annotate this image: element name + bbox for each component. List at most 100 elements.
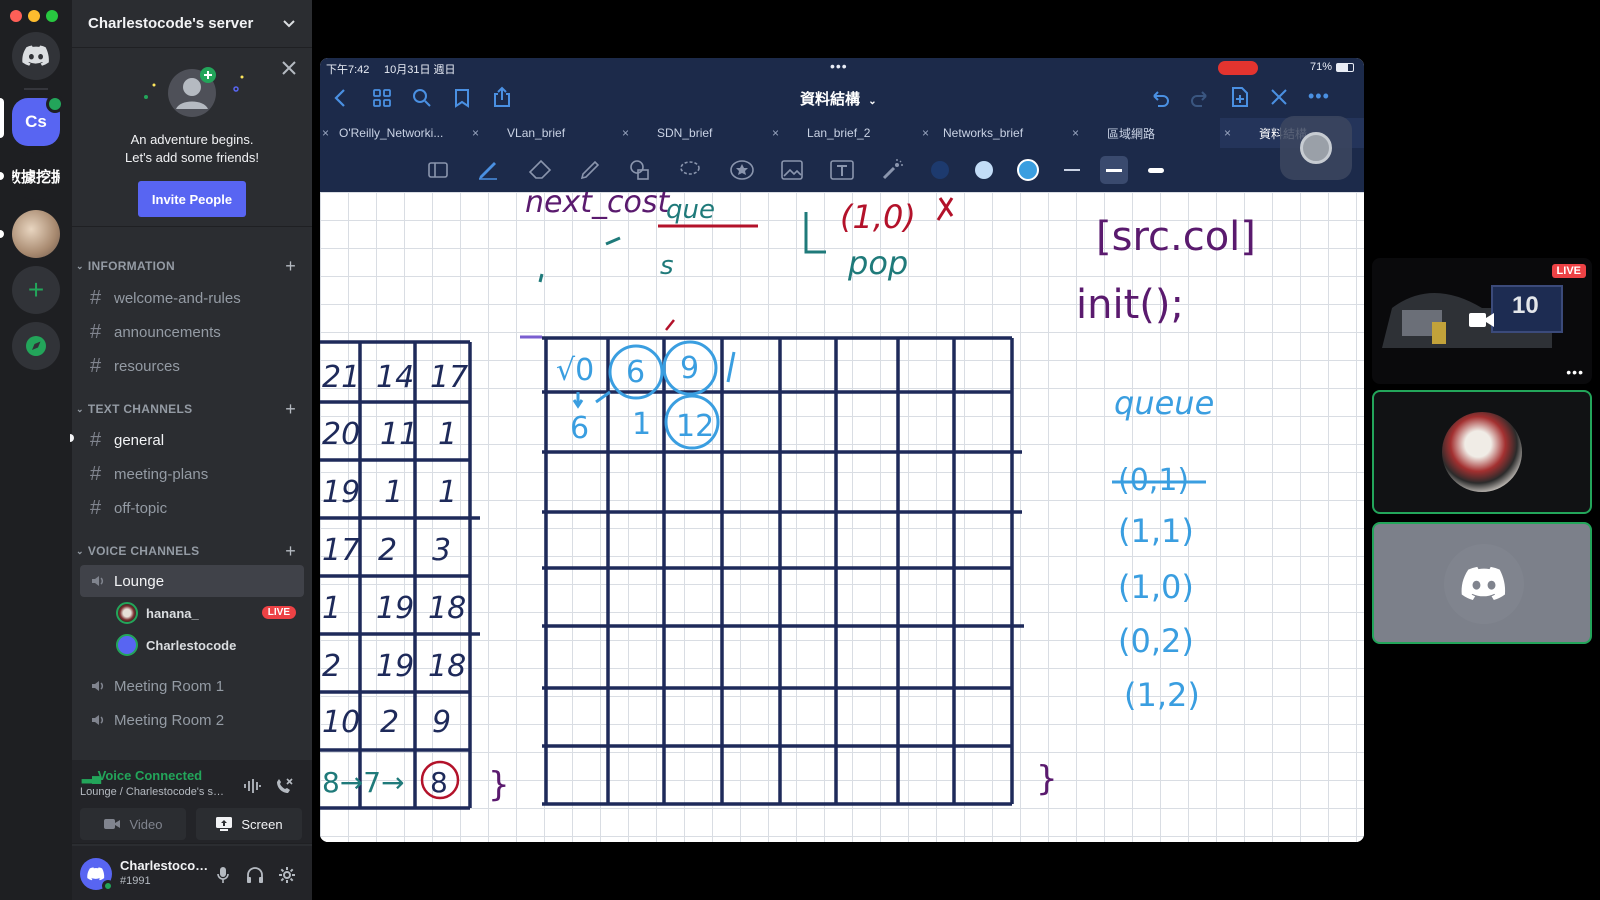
create-channel-plus-icon[interactable]: + xyxy=(285,256,296,277)
close-tab-icon[interactable]: × xyxy=(472,126,479,140)
chevron-down-icon: ⌄ xyxy=(868,96,877,107)
color-light-blue-swatch[interactable] xyxy=(970,156,998,184)
stroke-thin-option[interactable] xyxy=(1058,156,1086,184)
voice-member-hanana[interactable]: hanana_ LIVE xyxy=(116,598,304,628)
user-avatar[interactable] xyxy=(80,858,114,892)
voice-channel-meeting-room-2[interactable]: Meeting Room 2 xyxy=(80,704,304,736)
headphones-icon[interactable] xyxy=(244,864,266,886)
note-text-queue: queue xyxy=(1114,384,1214,422)
share-icon[interactable] xyxy=(492,86,512,108)
voice-channel-meeting-room-1[interactable]: Meeting Room 1 xyxy=(80,670,304,702)
channel-meeting-plans[interactable]: # meeting-plans xyxy=(80,458,304,490)
doc-tab[interactable]: × Networks_brief xyxy=(922,118,1023,148)
doc-tab[interactable]: × 區域網路 xyxy=(1072,118,1155,148)
page-layout-tool-icon[interactable] xyxy=(424,156,452,184)
undo-icon[interactable] xyxy=(1150,88,1170,108)
search-icon[interactable] xyxy=(412,88,432,108)
stroke-thick-option[interactable] xyxy=(1142,156,1170,184)
doc-tab[interactable]: × O'Reilly_Networki... xyxy=(322,118,443,148)
gear-icon[interactable] xyxy=(276,864,298,886)
back-chevron-icon[interactable] xyxy=(334,88,346,108)
sticker-tool-icon[interactable] xyxy=(728,156,756,184)
server-header[interactable]: Charlestocode's server xyxy=(72,0,312,48)
add-server-button[interactable]: + xyxy=(12,266,60,314)
eraser-tool-icon[interactable] xyxy=(526,156,554,184)
note-text-s: s xyxy=(660,251,674,281)
server-icon-data-mining[interactable]: 數據挖掘 xyxy=(12,152,60,200)
server-icon-cs[interactable]: Cs xyxy=(12,95,64,146)
close-tab-icon[interactable]: × xyxy=(922,126,929,140)
color-navy-swatch[interactable] xyxy=(926,156,954,184)
channel-welcome-and-rules[interactable]: # welcome-and-rules xyxy=(80,282,304,314)
minimize-window-button[interactable] xyxy=(28,10,40,22)
close-tab-icon[interactable]: × xyxy=(322,126,329,140)
bookmark-icon[interactable] xyxy=(454,88,470,108)
category-information[interactable]: ⌄ INFORMATION + xyxy=(72,256,312,276)
voice-status-label: Voice Connected xyxy=(97,768,203,783)
more-options-icon[interactable]: ••• xyxy=(1566,364,1584,380)
notes-app-toolbar: 資料結構 ⌄ ••• xyxy=(320,78,1364,118)
add-page-icon[interactable] xyxy=(1230,86,1250,108)
voice-member-charlestocode[interactable]: Charlestocode xyxy=(116,630,304,660)
note-canvas[interactable]: next_cost que (1,0) pop s [src.col] init… xyxy=(320,192,1364,842)
noise-suppression-icon[interactable] xyxy=(242,776,262,796)
left-grid-numbers: 21 14 17 20 11 1 19 1 1 17 2 3 1 19 18 2 19 18 10 2 9 xyxy=(322,360,468,740)
create-channel-plus-icon[interactable]: + xyxy=(285,541,296,562)
close-icon[interactable] xyxy=(1270,88,1288,106)
channel-off-topic[interactable]: # off-topic xyxy=(80,492,304,524)
invite-people-button[interactable]: Invite People xyxy=(138,181,246,217)
participant-tile-charlestocode[interactable] xyxy=(1372,522,1592,644)
category-voice-channels[interactable]: ⌄ VOICE CHANNELS + xyxy=(72,541,312,561)
direct-messages-button[interactable] xyxy=(12,32,60,80)
close-tab-icon[interactable]: × xyxy=(1224,126,1231,140)
microphone-icon[interactable] xyxy=(212,864,234,886)
participant-tile-hanana[interactable] xyxy=(1372,390,1592,514)
close-icon[interactable] xyxy=(282,61,296,75)
maximize-window-button[interactable] xyxy=(46,10,58,22)
svg-text:17: 17 xyxy=(322,533,360,568)
hash-icon: # xyxy=(90,462,102,485)
stroke-medium-option-selected[interactable] xyxy=(1100,156,1128,184)
channel-label: meeting-plans xyxy=(114,465,209,483)
lasso-tool-icon[interactable] xyxy=(676,156,704,184)
highlighter-tool-icon[interactable] xyxy=(576,156,604,184)
screen-share-stream[interactable]: 下午7:42 10月31日 週日 ••• 71% 資料結構 ⌄ ••• × O'R… xyxy=(320,58,1364,842)
laser-pointer-tool-icon[interactable] xyxy=(878,156,906,184)
channel-general[interactable]: # general xyxy=(80,424,304,456)
create-channel-plus-icon[interactable]: + xyxy=(285,399,296,420)
color-blue-swatch-selected[interactable] xyxy=(1014,156,1042,184)
pen-tool-icon[interactable] xyxy=(474,156,502,184)
video-button[interactable]: Video xyxy=(80,808,186,840)
channel-resources[interactable]: # resources xyxy=(80,350,304,382)
doc-tab-label: O'Reilly_Networki... xyxy=(339,126,444,140)
voice-location[interactable]: Lounge / Charlestocode's server xyxy=(80,786,230,798)
close-tab-icon[interactable]: × xyxy=(622,126,629,140)
assistive-touch-button[interactable] xyxy=(1280,116,1352,180)
screen-share-button[interactable]: Screen xyxy=(196,808,302,840)
stream-preview-tile[interactable]: LIVE 10 ••• xyxy=(1372,258,1592,384)
voice-channel-lounge[interactable]: Lounge xyxy=(80,565,304,597)
note-text-q3: (0,2) xyxy=(1118,622,1194,660)
document-title[interactable]: 資料結構 ⌄ xyxy=(800,88,877,109)
image-tool-icon[interactable] xyxy=(778,156,806,184)
server-icon-avatar[interactable] xyxy=(12,210,60,258)
channel-announcements[interactable]: # announcements xyxy=(80,316,304,348)
participant-avatar xyxy=(1444,544,1524,624)
close-tab-icon[interactable]: × xyxy=(772,126,779,140)
category-text-channels[interactable]: ⌄ TEXT CHANNELS + xyxy=(72,399,312,419)
discord-logo-icon xyxy=(22,45,49,66)
text-tool-icon[interactable] xyxy=(828,156,856,184)
doc-tab[interactable]: × VLan_brief xyxy=(472,118,565,148)
doc-tab[interactable]: × SDN_brief xyxy=(622,118,712,148)
grid-view-icon[interactable] xyxy=(372,88,392,108)
close-tab-icon[interactable]: × xyxy=(1072,126,1079,140)
doc-tab[interactable]: × Lan_brief_2 xyxy=(772,118,870,148)
shapes-tool-icon[interactable] xyxy=(626,156,654,184)
video-camera-icon xyxy=(104,819,121,829)
more-options-icon[interactable]: ••• xyxy=(1308,86,1330,107)
disconnect-call-icon[interactable] xyxy=(274,776,294,796)
explore-servers-button[interactable] xyxy=(12,322,60,370)
redo-icon[interactable] xyxy=(1190,88,1210,108)
online-status-dot xyxy=(102,880,114,892)
close-window-button[interactable] xyxy=(10,10,22,22)
